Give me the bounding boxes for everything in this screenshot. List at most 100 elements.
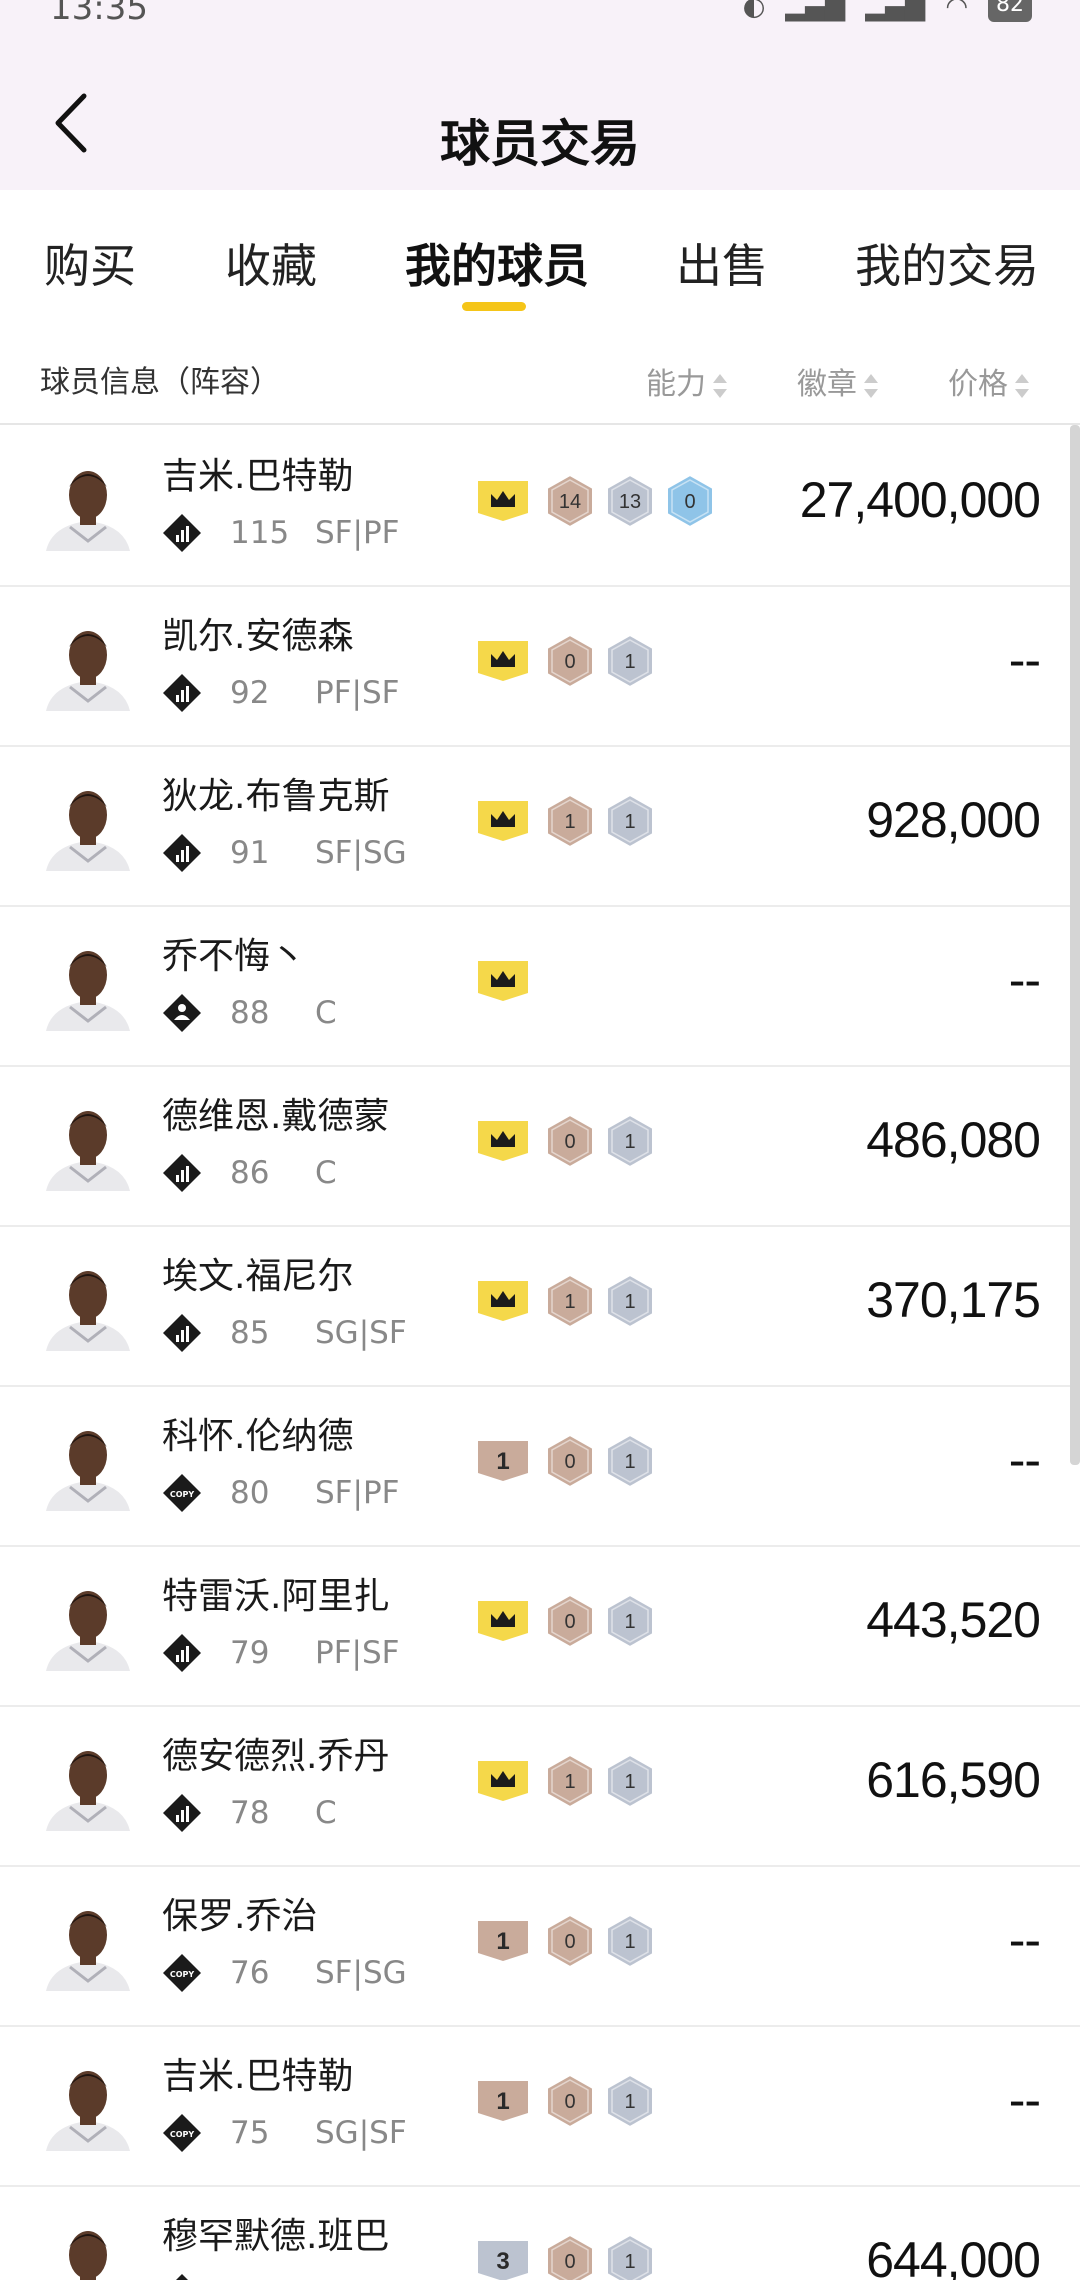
badge-hex-icon: 1 bbox=[604, 1753, 656, 1809]
svg-text:1: 1 bbox=[564, 1291, 575, 1313]
player-row[interactable]: 埃文.福尼尔 85 SG|SF 370,175 1 1 bbox=[0, 1227, 1080, 1387]
column-header: 球员信息（阵容） 能力 徽章 价格 bbox=[0, 315, 1080, 425]
player-price: -- bbox=[1008, 632, 1041, 688]
alarm-icon: ◐ bbox=[742, 0, 766, 22]
badge-hex-icon: 0 bbox=[544, 1113, 596, 1169]
badge-hex-icon: 1 bbox=[604, 793, 656, 849]
badge-hex-icon: 1 bbox=[544, 793, 596, 849]
player-name: 德维恩.戴德蒙 bbox=[162, 1096, 390, 1137]
badge-hex-icon: 0 bbox=[544, 1913, 596, 1969]
stats-card-icon bbox=[162, 833, 202, 873]
svg-text:3: 3 bbox=[496, 2248, 509, 2275]
player-avatar bbox=[40, 2215, 136, 2280]
svg-text:0: 0 bbox=[564, 1451, 575, 1473]
column-ability-label: 能力 bbox=[646, 367, 706, 402]
top-bar: 球员交易 bbox=[0, 30, 1080, 190]
player-price: 27,400,000 bbox=[799, 472, 1041, 528]
page-title: 球员交易 bbox=[440, 115, 640, 173]
tab-buy[interactable]: 购买 bbox=[44, 230, 136, 296]
player-position: SF|SG bbox=[315, 1955, 407, 1991]
badge-hex-icon: 14 bbox=[544, 473, 596, 529]
quality-level-badge: 1 bbox=[476, 2079, 530, 2123]
svg-text:1: 1 bbox=[624, 811, 635, 833]
wifi-icon: ◠ bbox=[945, 0, 968, 22]
player-avatar bbox=[40, 615, 136, 711]
player-position: C bbox=[315, 1155, 337, 1191]
sort-ability-button[interactable]: 能力 bbox=[646, 359, 728, 403]
badge-hex-icon: 1 bbox=[604, 633, 656, 689]
svg-text:COPY: COPY bbox=[170, 1490, 195, 1499]
player-position: SG|SF bbox=[315, 2115, 407, 2151]
badge-hex-icon: 1 bbox=[604, 1593, 656, 1649]
player-row[interactable]: 保罗.乔治 COPY 76 SF|SG 1 -- 0 1 bbox=[0, 1867, 1080, 2027]
column-player-info: 球员信息（阵容） bbox=[40, 365, 280, 400]
crown-quality-icon bbox=[476, 1119, 530, 1163]
player-avatar bbox=[40, 1735, 136, 1831]
player-avatar bbox=[40, 1255, 136, 1351]
player-row[interactable]: 特雷沃.阿里扎 79 PF|SF 443,520 0 1 bbox=[0, 1547, 1080, 1707]
crown-quality-icon bbox=[476, 479, 530, 523]
player-row[interactable]: 德维恩.戴德蒙 86 C 486,080 0 1 bbox=[0, 1067, 1080, 1227]
player-row[interactable]: 吉米.巴特勒 COPY 75 SG|SF 1 -- 0 1 bbox=[0, 2027, 1080, 2187]
player-name: 德安德烈.乔丹 bbox=[162, 1736, 390, 1777]
quality-level-badge: 1 bbox=[476, 1439, 530, 1483]
player-overall: 79 bbox=[230, 1635, 270, 1671]
quality-level-badge: 1 bbox=[476, 1919, 530, 1963]
player-name: 科怀.伦纳德 bbox=[162, 1416, 354, 1457]
crown-quality-icon bbox=[476, 1599, 530, 1643]
stats-card-icon bbox=[162, 673, 202, 713]
player-row[interactable]: 乔不悔丶 88 C -- bbox=[0, 907, 1080, 1067]
svg-text:1: 1 bbox=[624, 1771, 635, 1793]
player-avatar bbox=[40, 775, 136, 871]
scrollbar[interactable] bbox=[1070, 425, 1080, 1465]
player-row[interactable]: 德安德烈.乔丹 78 C 616,590 1 1 bbox=[0, 1707, 1080, 1867]
status-bar: 13:35 ◐ ▂▄▆ ▂▄▆ ◠ 82 bbox=[0, 0, 1080, 30]
player-row[interactable]: 科怀.伦纳德 COPY 80 SF|PF 1 -- 0 1 bbox=[0, 1387, 1080, 1547]
player-avatar bbox=[40, 455, 136, 551]
badge-hex-icon: 0 bbox=[544, 2073, 596, 2129]
player-avatar bbox=[40, 1095, 136, 1191]
active-tab-indicator bbox=[462, 302, 526, 311]
svg-text:COPY: COPY bbox=[170, 2130, 195, 2139]
crown-quality-icon bbox=[476, 1279, 530, 1323]
player-name: 狄龙.布鲁克斯 bbox=[162, 776, 390, 817]
svg-text:1: 1 bbox=[496, 1448, 509, 1475]
player-row[interactable]: 狄龙.布鲁克斯 91 SF|SG 928,000 1 1 bbox=[0, 747, 1080, 907]
svg-text:1: 1 bbox=[624, 1131, 635, 1153]
badge-hex-icon: 1 bbox=[604, 2073, 656, 2129]
player-row[interactable]: 穆罕默德.班巴 3 644,000 0 1 bbox=[0, 2187, 1080, 2280]
crown-quality-icon bbox=[476, 639, 530, 683]
player-price: 928,000 bbox=[866, 792, 1041, 848]
sort-price-button[interactable]: 价格 bbox=[948, 359, 1030, 403]
badge-hex-icon: 0 bbox=[544, 1433, 596, 1489]
crown-quality-icon bbox=[476, 799, 530, 843]
sort-arrows-icon bbox=[712, 373, 728, 398]
badge-hex-icon: 1 bbox=[604, 2233, 656, 2280]
svg-text:1: 1 bbox=[496, 1928, 509, 1955]
tab-my-trades[interactable]: 我的交易 bbox=[855, 230, 1039, 296]
badge-hex-icon: 1 bbox=[544, 1753, 596, 1809]
player-price: 616,590 bbox=[866, 1752, 1041, 1808]
sort-arrows-icon bbox=[1014, 373, 1030, 398]
player-row[interactable]: 凯尔.安德森 92 PF|SF -- 0 1 bbox=[0, 587, 1080, 747]
crown-quality-icon bbox=[476, 1759, 530, 1803]
badge-hex-icon: 0 bbox=[544, 1593, 596, 1649]
svg-text:1: 1 bbox=[624, 1451, 635, 1473]
player-row[interactable]: 吉米.巴特勒 115 SF|PF 27,400,000 14 13 0 bbox=[0, 427, 1080, 587]
svg-text:0: 0 bbox=[564, 1131, 575, 1153]
signal-icon-2: ▂▄▆ bbox=[865, 0, 926, 22]
player-name: 乔不悔丶 bbox=[162, 936, 307, 977]
badge-hex-icon: 13 bbox=[604, 473, 656, 529]
copy-card-icon: COPY bbox=[162, 2113, 202, 2153]
stats-card-icon bbox=[162, 1313, 202, 1353]
player-name: 凯尔.安德森 bbox=[162, 616, 354, 657]
tab-my-players[interactable]: 我的球员 bbox=[405, 230, 589, 296]
svg-text:0: 0 bbox=[564, 2091, 575, 2113]
svg-text:1: 1 bbox=[624, 651, 635, 673]
tab-sell[interactable]: 出售 bbox=[676, 230, 768, 296]
svg-text:1: 1 bbox=[564, 1771, 575, 1793]
sort-badge-button[interactable]: 徽章 bbox=[797, 359, 879, 403]
badge-hex-icon: 1 bbox=[604, 1273, 656, 1329]
tab-favorites[interactable]: 收藏 bbox=[225, 230, 317, 296]
copy-card-icon: COPY bbox=[162, 1953, 202, 1993]
